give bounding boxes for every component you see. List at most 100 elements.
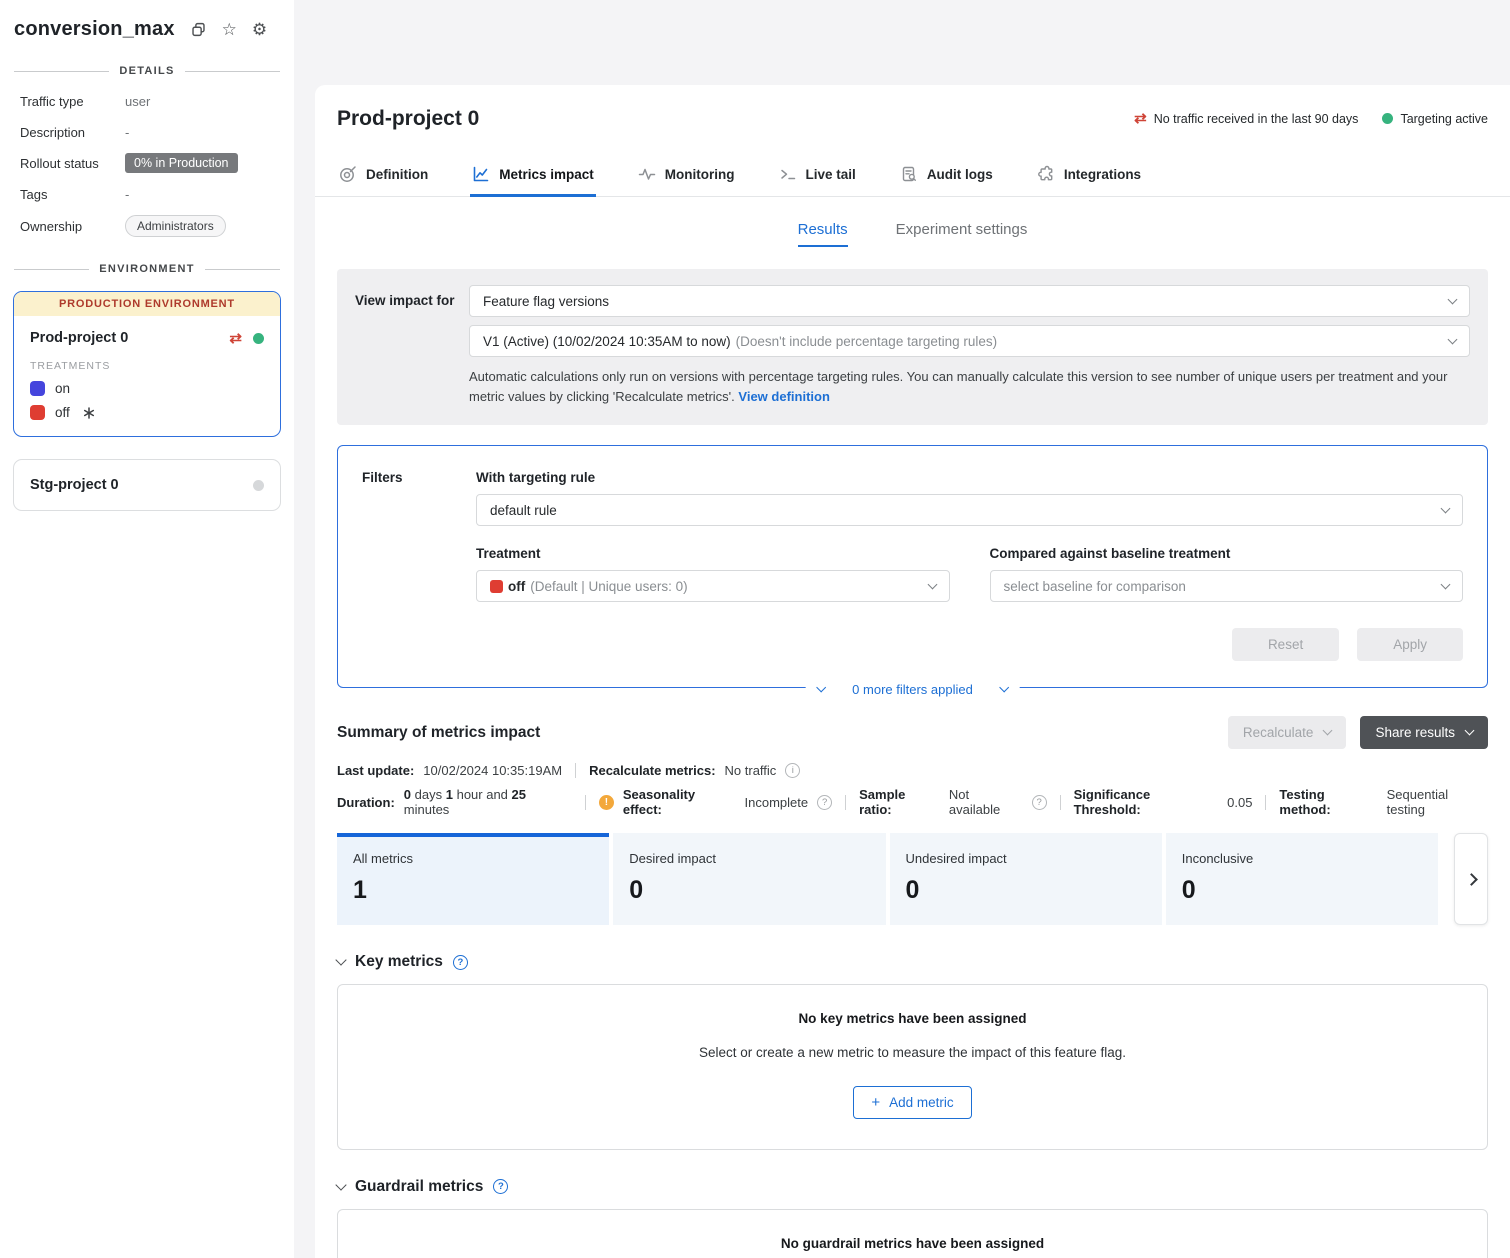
- more-filters-toggle[interactable]: 0 more filters applied: [805, 682, 1020, 697]
- summary-header: Summary of metrics impact Recalculate Sh…: [337, 716, 1488, 749]
- help-icon[interactable]: ?: [493, 1179, 508, 1194]
- subtab-results[interactable]: Results: [798, 221, 848, 247]
- detail-label: Rollout status: [20, 156, 125, 171]
- treatment-name: on: [55, 381, 70, 396]
- detail-value: -: [125, 187, 129, 202]
- tab-live-tail[interactable]: Live tail: [777, 163, 858, 196]
- seasonality-value: Incomplete: [745, 795, 809, 810]
- version-helper-text: Automatic calculations only run on versi…: [469, 367, 1470, 407]
- card-undesired-impact[interactable]: Undesired impact 0: [890, 833, 1162, 925]
- help-icon[interactable]: ?: [817, 795, 832, 810]
- document-search-icon: [900, 165, 918, 183]
- app-root: conversion_max ☆ ⚙ DETAILS Traffic type …: [0, 0, 1510, 1258]
- filters-panel: Filters With targeting rule default rule…: [337, 445, 1488, 688]
- version-select[interactable]: V1 (Active) (10/02/2024 10:35AM to now) …: [469, 325, 1470, 357]
- chevron-down-icon[interactable]: [335, 955, 346, 966]
- flag-header: conversion_max ☆ ⚙: [0, 0, 294, 49]
- add-metric-button[interactable]: + Add metric: [853, 1086, 971, 1119]
- share-results-button[interactable]: Share results: [1360, 716, 1488, 749]
- view-impact-fields: Feature flag versions V1 (Active) (10/02…: [469, 285, 1470, 407]
- treatments-label: TREATMENTS: [30, 360, 264, 372]
- filters-label: Filters: [362, 470, 476, 661]
- detail-row-description: Description -: [20, 122, 274, 142]
- help-icon[interactable]: ?: [453, 955, 468, 970]
- chevron-down-icon: [1448, 294, 1458, 304]
- environment-name-row: Prod-project 0 ⇄: [30, 324, 264, 354]
- detail-row-traffic-type: Traffic type user: [20, 91, 274, 111]
- chevron-down-icon: [1323, 726, 1333, 736]
- rollout-status-badge: 0% in Production: [125, 153, 238, 173]
- card-label: All metrics: [353, 851, 593, 866]
- separator: [575, 763, 576, 778]
- card-inconclusive[interactable]: Inconclusive 0: [1166, 833, 1438, 925]
- testing-method-value: Sequential testing: [1387, 787, 1488, 817]
- tab-label: Monitoring: [665, 167, 735, 182]
- detail-row-ownership: Ownership Administrators: [20, 215, 274, 237]
- recalculate-button[interactable]: Recalculate: [1228, 716, 1347, 749]
- recalc-metrics-label: Recalculate metrics:: [589, 763, 715, 778]
- card-value: 0: [629, 876, 869, 905]
- baseline-select[interactable]: select baseline for comparison: [990, 570, 1464, 602]
- gear-icon[interactable]: ⚙: [252, 21, 267, 38]
- environment-detail-card: Prod-project 0 ⇄ No traffic received in …: [315, 85, 1510, 1258]
- chevron-down-icon: [816, 683, 826, 693]
- significance-label: Significance Threshold:: [1074, 787, 1219, 817]
- star-icon[interactable]: ☆: [222, 21, 237, 38]
- traffic-status: ⇄ No traffic received in the last 90 day…: [1134, 111, 1358, 126]
- tab-monitoring[interactable]: Monitoring: [636, 163, 737, 196]
- version-type-select[interactable]: Feature flag versions: [469, 285, 1470, 317]
- duration-value: 0 days 1 hour and 25 minutes: [404, 787, 572, 817]
- apply-button[interactable]: Apply: [1357, 628, 1463, 661]
- help-icon[interactable]: ?: [1032, 795, 1047, 810]
- environment-card-production[interactable]: PRODUCTION ENVIRONMENT Prod-project 0 ⇄ …: [13, 291, 281, 437]
- targeting-rule-select[interactable]: default rule: [476, 494, 1463, 526]
- version-note: (Doesn't include percentage targeting ru…: [736, 334, 997, 349]
- card-all-metrics[interactable]: All metrics 1: [337, 833, 609, 925]
- production-environment-banner: PRODUCTION ENVIRONMENT: [14, 292, 280, 316]
- detail-value: -: [125, 125, 129, 140]
- traffic-status-text: No traffic received in the last 90 days: [1154, 112, 1359, 126]
- environment-status-icons: ⇄: [229, 331, 264, 346]
- info-icon[interactable]: i: [785, 763, 800, 778]
- line-chart-icon: [472, 165, 490, 183]
- copy-icon[interactable]: [190, 21, 207, 38]
- subtab-experiment-settings[interactable]: Experiment settings: [896, 221, 1028, 247]
- environment-card-staging[interactable]: Stg-project 0: [13, 459, 281, 511]
- detail-label: Ownership: [20, 219, 125, 234]
- view-definition-link[interactable]: View definition: [738, 389, 830, 404]
- card-label: Undesired impact: [906, 851, 1146, 866]
- targeting-rule-label: With targeting rule: [476, 470, 1463, 485]
- duration-hours: 1: [446, 787, 453, 802]
- treatment-select[interactable]: off (Default | Unique users: 0): [476, 570, 950, 602]
- treatment-row-on: on: [30, 381, 264, 396]
- duration-minutes: 25: [512, 787, 526, 802]
- cards-next-button[interactable]: [1454, 833, 1488, 925]
- detail-value: user: [125, 94, 150, 109]
- last-update-label: Last update:: [337, 763, 414, 778]
- view-impact-label: View impact for: [355, 285, 469, 407]
- tab-label: Live tail: [806, 167, 856, 182]
- tab-label: Metrics impact: [499, 167, 594, 182]
- card-desired-impact[interactable]: Desired impact 0: [613, 833, 885, 925]
- plus-icon: +: [871, 1095, 880, 1110]
- chevron-down-icon: [999, 683, 1009, 693]
- chevron-down-icon: [1448, 334, 1458, 344]
- reset-button[interactable]: Reset: [1232, 628, 1339, 661]
- more-filters-label: 0 more filters applied: [852, 682, 973, 697]
- tab-metrics-impact[interactable]: Metrics impact: [470, 163, 596, 196]
- baseline-placeholder: select baseline for comparison: [1004, 579, 1443, 594]
- chevron-down-icon[interactable]: [335, 1179, 346, 1190]
- empty-state-title: No guardrail metrics have been assigned: [358, 1236, 1467, 1251]
- terminal-icon: [779, 165, 797, 183]
- target-icon: [339, 165, 357, 183]
- card-value: 1: [353, 876, 593, 905]
- tab-audit-logs[interactable]: Audit logs: [898, 163, 995, 196]
- environment-heading: ENVIRONMENT: [99, 263, 195, 275]
- detail-row-tags: Tags -: [20, 184, 274, 204]
- version-type-value: Feature flag versions: [483, 294, 1449, 309]
- targeting-active-dot: [1382, 113, 1393, 124]
- tab-integrations[interactable]: Integrations: [1035, 163, 1143, 196]
- ownership-pill[interactable]: Administrators: [125, 215, 226, 237]
- tab-definition[interactable]: Definition: [337, 163, 430, 196]
- staging-status-dot: [253, 480, 264, 491]
